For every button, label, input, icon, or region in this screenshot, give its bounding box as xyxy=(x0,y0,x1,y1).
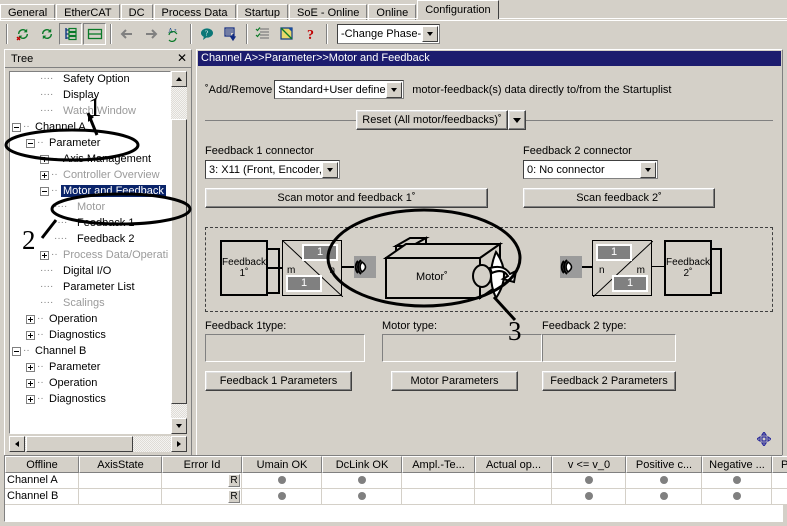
annotation-leader-2 xyxy=(40,219,58,239)
tab-configuration[interactable]: Configuration xyxy=(417,0,499,19)
annotation-ellipse-channel-a xyxy=(4,128,140,162)
annotation-ellipse-motor-and-feedback xyxy=(50,192,192,226)
application-window: General EtherCAT DC Process Data Startup SoE … xyxy=(0,0,787,526)
annotation-ellipse-motor-block xyxy=(326,208,522,308)
annotation-number-1: 1 xyxy=(88,92,102,122)
annotation-number-3: 3 xyxy=(508,316,522,346)
annotation-overlay xyxy=(4,112,522,322)
annotation-number-2: 2 xyxy=(22,225,36,255)
